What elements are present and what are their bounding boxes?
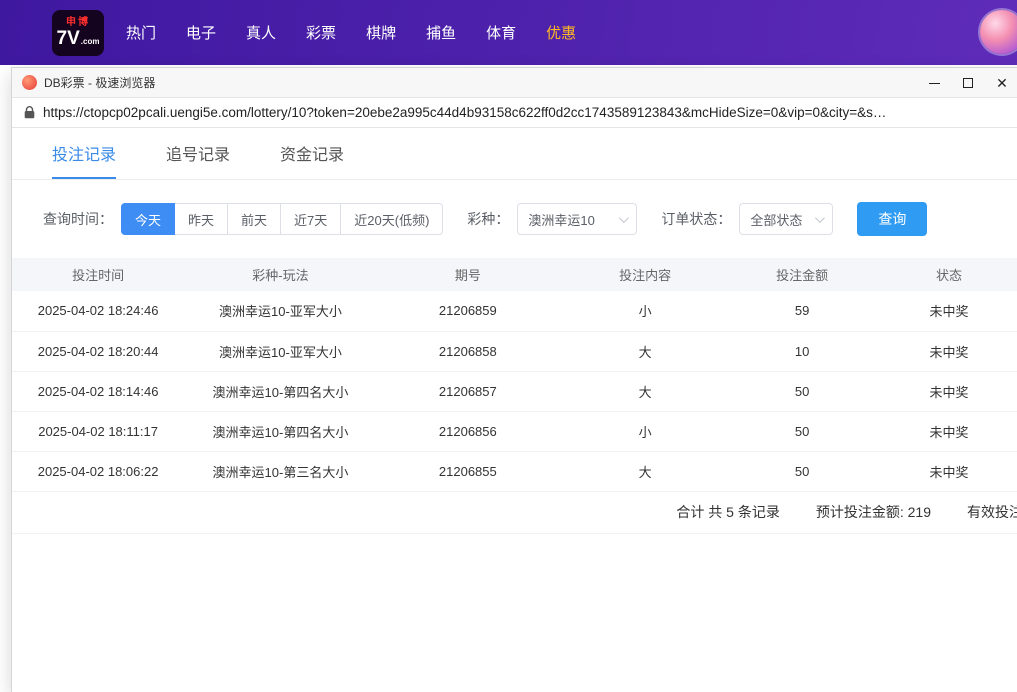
nav-item[interactable]: 优惠 (546, 22, 576, 43)
table-cell: 50 (731, 371, 873, 411)
column-header: 投注金额 (731, 258, 873, 291)
main-nav: 热门 电子 真人 彩票 棋牌 捕鱼 体育 优惠 (126, 22, 576, 43)
site-logo[interactable]: 申博 7V.com (52, 10, 104, 56)
time-filter-group: 今天昨天前天近7天近20天(低频) (121, 203, 443, 235)
search-button[interactable]: 查询 (857, 202, 927, 236)
table-cell: 50 (731, 451, 873, 491)
window-controls: ✕ (917, 68, 1017, 98)
table-cell: 2025-04-02 18:20:44 (12, 331, 184, 371)
table-cell: 未中奖 (873, 371, 1017, 411)
tab[interactable]: 投注记录 (52, 128, 116, 179)
table-header-row: 投注时间彩种-玩法期号投注内容投注金额状态 (12, 258, 1017, 291)
column-header: 状态 (873, 258, 1017, 291)
table-cell: 小 (559, 411, 731, 451)
time-filter-button[interactable]: 近20天(低频) (340, 203, 443, 235)
tab[interactable]: 资金记录 (280, 128, 344, 179)
status-filter-label: 订单状态： (661, 209, 731, 229)
summary-row: 合计 共 5 条记录 预计投注金额: 219 有效投注 (12, 492, 1017, 534)
filter-bar: 查询时间： 今天昨天前天近7天近20天(低频) 彩种： 澳洲幸运10 订单状态：… (43, 202, 1017, 236)
close-button[interactable]: ✕ (985, 69, 1017, 97)
column-header: 期号 (377, 258, 559, 291)
time-filter-label: 查询时间： (43, 209, 113, 229)
maximize-icon (963, 78, 973, 88)
nav-item[interactable]: 棋牌 (366, 22, 396, 43)
time-filter-button[interactable]: 前天 (227, 203, 281, 235)
table-cell: 大 (559, 371, 731, 411)
table-cell: 澳洲幸运10-第三名大小 (184, 451, 376, 491)
time-filter-button[interactable]: 昨天 (174, 203, 228, 235)
address-bar[interactable]: https://ctopcp02pcali.uengi5e.com/lotter… (12, 98, 1017, 128)
table-cell: 未中奖 (873, 451, 1017, 491)
table-cell: 2025-04-02 18:24:46 (12, 291, 184, 331)
table-row: 2025-04-02 18:24:46澳洲幸运10-亚军大小21206859小5… (12, 291, 1017, 331)
minimize-icon (929, 83, 940, 84)
summary-estimated-amount: 预计投注金额: 219 (816, 502, 931, 522)
table-cell: 21206857 (377, 371, 559, 411)
summary-valid-amount: 有效投注 (967, 502, 1017, 522)
nav-item[interactable]: 电子 (186, 22, 216, 43)
table-cell: 澳洲幸运10-第四名大小 (184, 411, 376, 451)
table-row: 2025-04-02 18:14:46澳洲幸运10-第四名大小21206857大… (12, 371, 1017, 411)
minimize-button[interactable] (917, 69, 951, 97)
logo-7v: 7V (57, 29, 80, 48)
lottery-select[interactable]: 澳洲幸运10 (517, 203, 637, 235)
window-title-bar[interactable]: DB彩票 - 极速浏览器 ✕ (12, 68, 1017, 98)
table-cell: 21206855 (377, 451, 559, 491)
table-cell: 50 (731, 411, 873, 451)
nav-item[interactable]: 捕鱼 (426, 22, 456, 43)
column-header: 投注内容 (559, 258, 731, 291)
table-row: 2025-04-02 18:20:44澳洲幸运10-亚军大小21206858大1… (12, 331, 1017, 371)
browser-window: DB彩票 - 极速浏览器 ✕ https://ctopcp02pcali.uen… (12, 68, 1017, 692)
nav-item[interactable]: 彩票 (306, 22, 336, 43)
lottery-filter-label: 彩种： (467, 209, 509, 229)
table-row: 2025-04-02 18:11:17澳洲幸运10-第四名大小21206856小… (12, 411, 1017, 451)
table-cell: 澳洲幸运10-第四名大小 (184, 371, 376, 411)
column-header: 投注时间 (12, 258, 184, 291)
table-cell: 21206859 (377, 291, 559, 331)
chevron-down-icon (619, 213, 629, 223)
table-cell: 小 (559, 291, 731, 331)
maximize-button[interactable] (951, 69, 985, 97)
tab-bar: 投注记录追号记录资金记录 (12, 128, 1017, 180)
bet-records-table: 投注时间彩种-玩法期号投注内容投注金额状态 2025-04-02 18:24:4… (12, 258, 1017, 492)
chevron-down-icon (815, 213, 825, 223)
table-cell: 21206858 (377, 331, 559, 371)
time-filter-button[interactable]: 今天 (121, 203, 175, 235)
nav-item[interactable]: 热门 (126, 22, 156, 43)
column-header: 彩种-玩法 (184, 258, 376, 291)
window-title: DB彩票 - 极速浏览器 (44, 74, 155, 91)
time-filter-button[interactable]: 近7天 (280, 203, 341, 235)
table-body: 2025-04-02 18:24:46澳洲幸运10-亚军大小21206859小5… (12, 291, 1017, 491)
table-cell: 未中奖 (873, 291, 1017, 331)
table-cell: 2025-04-02 18:14:46 (12, 371, 184, 411)
logo-com: .com (81, 38, 100, 46)
close-icon: ✕ (996, 76, 1008, 90)
logo-main-text: 7V.com (57, 29, 100, 48)
table-cell: 59 (731, 291, 873, 331)
table-cell: 未中奖 (873, 411, 1017, 451)
url-text: https://ctopcp02pcali.uengi5e.com/lotter… (43, 105, 886, 120)
table-cell: 大 (559, 451, 731, 491)
table-cell: 2025-04-02 18:11:17 (12, 411, 184, 451)
nav-item[interactable]: 体育 (486, 22, 516, 43)
table-row: 2025-04-02 18:06:22澳洲幸运10-第三名大小21206855大… (12, 451, 1017, 491)
table-cell: 澳洲幸运10-亚军大小 (184, 331, 376, 371)
table-cell: 21206856 (377, 411, 559, 451)
tab[interactable]: 追号记录 (166, 128, 230, 179)
table-cell: 10 (731, 331, 873, 371)
browser-tab-icon (22, 75, 37, 90)
site-header: 申博 7V.com 热门 电子 真人 彩票 棋牌 捕鱼 体育 优惠 (0, 0, 1017, 65)
table-cell: 澳洲幸运10-亚军大小 (184, 291, 376, 331)
status-select-value: 全部状态 (750, 210, 802, 229)
table-cell: 大 (559, 331, 731, 371)
nav-item[interactable]: 真人 (246, 22, 276, 43)
table-cell: 未中奖 (873, 331, 1017, 371)
status-select[interactable]: 全部状态 (739, 203, 833, 235)
summary-total: 合计 共 5 条记录 (676, 502, 779, 522)
lottery-select-value: 澳洲幸运10 (528, 210, 594, 229)
lock-icon (24, 106, 35, 119)
user-avatar[interactable] (980, 10, 1017, 54)
table-cell: 2025-04-02 18:06:22 (12, 451, 184, 491)
